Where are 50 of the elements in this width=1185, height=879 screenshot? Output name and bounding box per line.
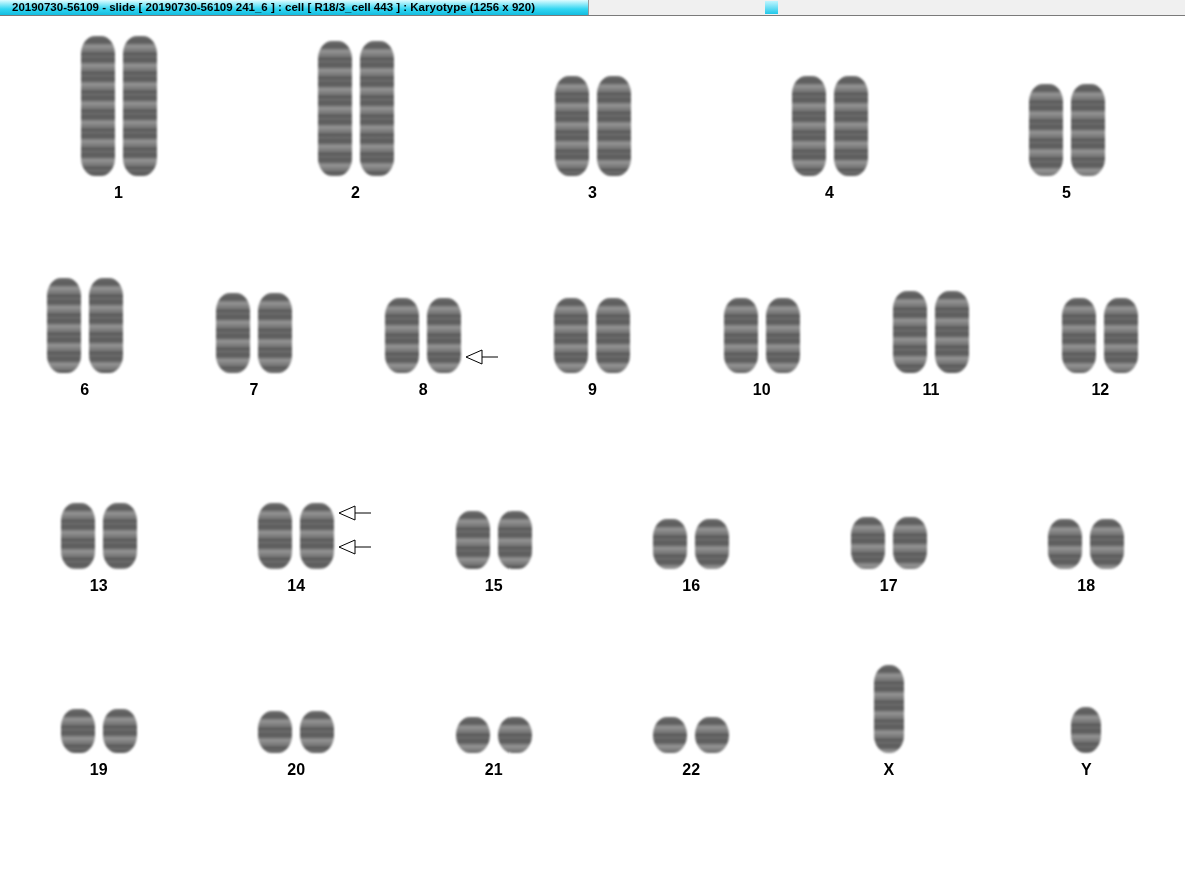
- chromosome-label: 3: [588, 184, 597, 202]
- chromosome-label: 11: [922, 381, 940, 399]
- chromosome-drawing: [60, 709, 95, 753]
- chromosome-drawing: [455, 511, 490, 569]
- chromosome-drawing: [455, 717, 490, 753]
- chromosome-drawing: [1071, 707, 1102, 753]
- chromosome-label: 9: [588, 381, 597, 399]
- chromosome-label: 2: [351, 184, 360, 202]
- arrow-icon: [338, 539, 373, 555]
- chromosome-label: 15: [484, 577, 503, 595]
- scroll-thumb[interactable]: [765, 1, 778, 14]
- chromosome-drawing: [300, 711, 335, 753]
- chromosome-label: 1: [114, 184, 123, 202]
- chromosome-drawing: [695, 717, 730, 753]
- arrow-icon: [465, 349, 500, 365]
- chromosome-label: 8: [418, 381, 428, 399]
- arrow-icon: [338, 505, 373, 521]
- chromosome-label: 21: [484, 761, 503, 779]
- chromosome-drawing: [60, 503, 95, 569]
- chromosome-label: 7: [249, 381, 259, 399]
- chromosome-label: 10: [752, 381, 771, 399]
- chromosome-label: 14: [287, 577, 306, 595]
- chromosome-drawing: [102, 503, 137, 569]
- chromosome-drawing: [497, 717, 532, 753]
- chromosome-drawing: [258, 503, 293, 569]
- chromosome-label: 16: [682, 577, 701, 595]
- chromosome-label: 5: [1062, 184, 1071, 202]
- chromosome-drawing: [1090, 519, 1125, 569]
- chromosome-label: 22: [682, 761, 701, 779]
- chromosome-label: 12: [1091, 381, 1110, 399]
- chromosome-drawing: [892, 517, 927, 569]
- chromosome-drawing: [850, 517, 885, 569]
- chromosome-drawing: [1048, 519, 1083, 569]
- chromosome-label: Y: [1080, 761, 1092, 779]
- chromosome-drawing: [300, 503, 335, 569]
- chromosome-label: 18: [1077, 577, 1096, 595]
- chromosome-label: 13: [89, 577, 108, 595]
- chromosome-drawing: [653, 717, 688, 753]
- chromosome-label: 6: [80, 381, 90, 399]
- chromosome-label: 4: [825, 184, 834, 202]
- chromosome-label: X: [883, 761, 895, 779]
- chromosome-drawing: [695, 519, 730, 569]
- chromosome-label: 19: [89, 761, 108, 779]
- chromosome-drawing: [102, 709, 137, 753]
- chromosome-drawing: [258, 711, 293, 753]
- window-title: 20190730-56109 - slide [ 20190730-56109 241_6 ] : cell [ R18/3_cell 443 ] : Karyotype (1256 x 920): [0, 0, 588, 15]
- chromosome-label: 20: [287, 761, 306, 779]
- chromosome-drawing: [653, 519, 688, 569]
- chromosome-drawing: [497, 511, 532, 569]
- chromosome-label: 17: [879, 577, 898, 595]
